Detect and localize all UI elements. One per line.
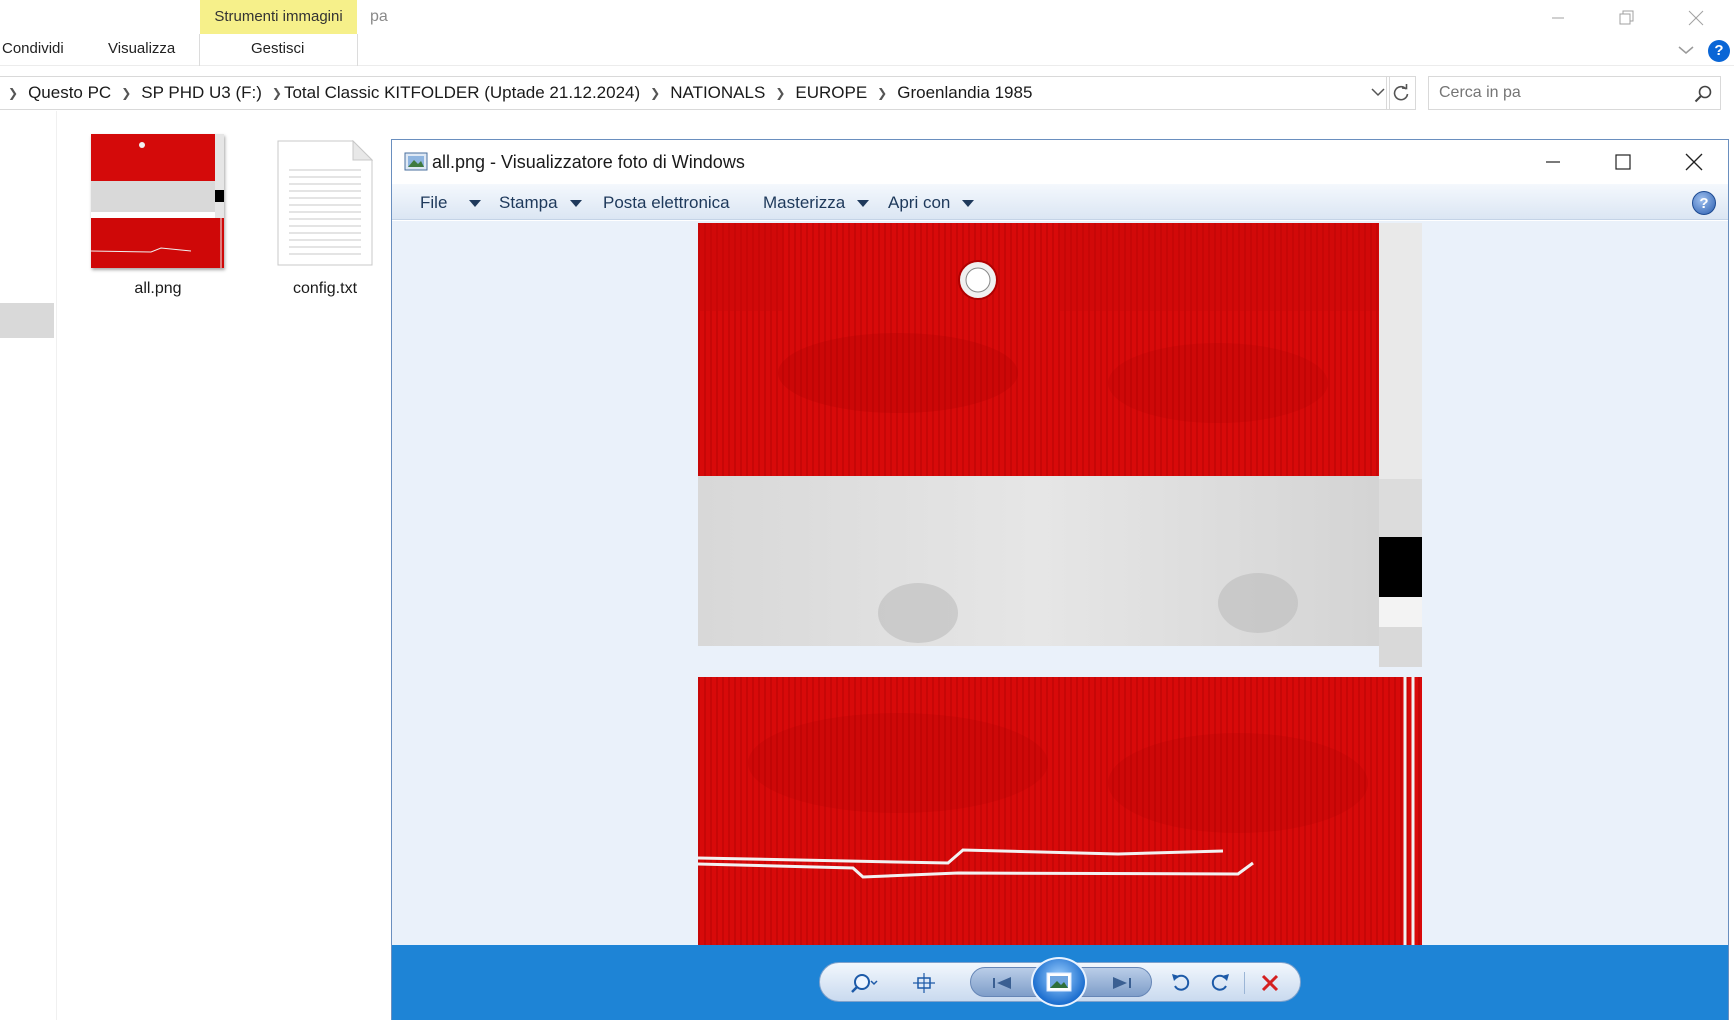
viewer-minimize-button[interactable] [1530, 146, 1576, 178]
chevron-down-icon [1678, 46, 1694, 54]
breadcrumb-kitfolder[interactable]: Total Classic KITFOLDER (Uptade 21.12.20… [284, 83, 640, 103]
tab-share[interactable]: Condividi [2, 40, 64, 57]
minimize-icon [1546, 161, 1560, 163]
file-name: all.png [134, 280, 182, 297]
maximize-icon [1615, 154, 1631, 170]
photo-viewer-app-icon [404, 151, 428, 176]
divider [1244, 972, 1245, 994]
menu-print-label: Stampa [499, 193, 558, 212]
menu-file[interactable]: File [420, 193, 482, 213]
fit-window-icon [913, 973, 935, 993]
context-tab-image-tools[interactable]: Strumenti immagini [200, 0, 357, 34]
viewer-titlebar[interactable]: all.png - Visualizzatore foto di Windows [392, 140, 1728, 184]
chevron-right-icon[interactable]: ❯ [775, 86, 785, 100]
divider [199, 34, 200, 66]
divider [357, 34, 358, 66]
menu-open-with[interactable]: Apri con [888, 193, 975, 213]
file-thumbnail-all-png[interactable] [91, 134, 224, 268]
slideshow-button[interactable] [1031, 957, 1087, 1007]
close-icon [1685, 153, 1703, 171]
viewer-close-button[interactable] [1671, 146, 1717, 178]
chevron-right-icon[interactable]: ❯ [8, 86, 18, 100]
caret-down-icon [962, 199, 975, 207]
kit-texture-image [698, 223, 1422, 945]
expand-ribbon-button[interactable] [1676, 40, 1696, 60]
rotate-right-button[interactable] [1206, 971, 1234, 995]
menu-open-with-label: Apri con [888, 193, 951, 212]
viewer-help-button[interactable]: ? [1692, 191, 1716, 215]
tab-view[interactable]: Visualizza [108, 40, 175, 57]
caret-down-icon [469, 199, 482, 207]
zoom-button[interactable] [850, 971, 878, 995]
breadcrumb-drive[interactable]: SP PHD U3 (F:) [141, 83, 262, 103]
breadcrumb-nationals[interactable]: NATIONALS [670, 83, 765, 103]
menu-email[interactable]: Posta elettronica [603, 193, 730, 213]
nav-selected-item[interactable] [0, 303, 54, 338]
photo-viewer-window: all.png - Visualizzatore foto di Windows… [391, 139, 1729, 1020]
tab-manage[interactable]: Gestisci [251, 40, 304, 57]
image-thumbnail-icon [91, 134, 224, 268]
viewer-control-pill [819, 957, 1301, 1007]
minimize-button[interactable] [1540, 4, 1576, 32]
caret-down-icon [857, 199, 870, 207]
viewer-maximize-button[interactable] [1600, 146, 1646, 178]
actual-size-button[interactable] [910, 971, 938, 995]
previous-icon [993, 977, 1011, 989]
address-bar[interactable]: ❯ Questo PC ❯ SP PHD U3 (F:) ❯ Total Cla… [0, 76, 1390, 110]
search-icon[interactable] [1694, 85, 1712, 108]
previous-button[interactable] [989, 971, 1017, 995]
delete-button[interactable] [1256, 971, 1284, 995]
search-input[interactable] [1439, 84, 1679, 102]
close-icon [1688, 10, 1704, 26]
slideshow-icon [1046, 972, 1072, 992]
rotate-left-button[interactable] [1167, 971, 1195, 995]
chevron-right-icon[interactable]: ❯ [272, 86, 282, 100]
menu-print[interactable]: Stampa [499, 193, 582, 213]
menu-burn[interactable]: Masterizza [763, 193, 870, 213]
caret-down-icon [569, 199, 582, 207]
image-display-area[interactable] [392, 221, 1728, 945]
zoom-icon [851, 974, 878, 993]
address-history-button[interactable] [1371, 85, 1385, 104]
chevron-right-icon[interactable]: ❯ [121, 86, 131, 100]
menu-email-label: Posta elettronica [603, 193, 730, 212]
next-icon [1113, 977, 1131, 989]
refresh-icon [1393, 84, 1409, 101]
window-title: pa [370, 8, 388, 25]
close-button[interactable] [1678, 4, 1714, 32]
file-item-all-png[interactable]: all.png [83, 268, 233, 298]
minimize-icon [1552, 17, 1564, 19]
viewer-control-bar [392, 945, 1728, 1020]
next-button[interactable] [1107, 971, 1135, 995]
navigation-group [970, 957, 1152, 1007]
navigation-pane [0, 111, 57, 1020]
breadcrumb-europe[interactable]: EUROPE [795, 83, 867, 103]
breadcrumb-this-pc[interactable]: Questo PC [28, 83, 111, 103]
explorer-ribbon: Strumenti immagini pa Condividi Visualiz… [0, 0, 1734, 66]
help-button[interactable]: ? [1708, 40, 1730, 62]
text-file-icon [277, 139, 374, 266]
chevron-right-icon[interactable]: ❯ [877, 86, 887, 100]
menu-burn-label: Masterizza [763, 193, 846, 212]
rotate-right-icon [1211, 974, 1229, 991]
rotate-left-icon [1172, 974, 1190, 991]
file-thumbnail-config-txt[interactable] [277, 139, 374, 266]
restore-icon [1619, 10, 1634, 25]
breadcrumb-current-folder[interactable]: Groenlandia 1985 [897, 83, 1032, 103]
restore-button[interactable] [1608, 4, 1644, 32]
chevron-down-icon [1371, 88, 1385, 97]
search-field[interactable] [1428, 76, 1721, 110]
chevron-right-icon[interactable]: ❯ [650, 86, 660, 100]
delete-icon [1261, 974, 1279, 992]
viewer-window-title: all.png - Visualizzatore foto di Windows [432, 152, 745, 172]
menu-file-label: File [420, 193, 448, 212]
file-name: config.txt [292, 280, 358, 297]
viewer-menubar: File Stampa Posta elettronica Masterizza… [392, 184, 1728, 220]
refresh-button[interactable] [1386, 76, 1416, 110]
file-item-config-txt[interactable]: config.txt [250, 268, 400, 298]
